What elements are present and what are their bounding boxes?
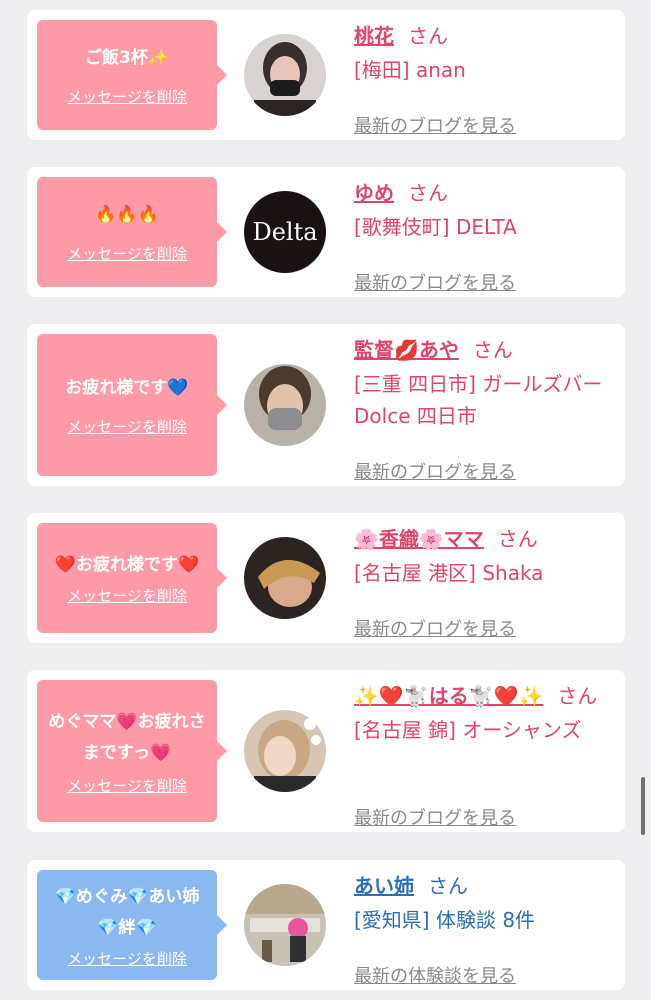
shop-label: [名古屋 港区] Shaka [354,561,544,585]
latest-blog-link[interactable]: 最新のブログを見る [354,615,516,641]
shop-label: [歌舞伎町] DELTA [354,215,517,239]
message-bubble: お疲れ様です💙 メッセージを削除 [37,334,227,476]
message-bubble: めぐママ💗お疲れさまですっ💗 メッセージを削除 [37,680,227,822]
message-card: 🔥🔥🔥 メッセージを削除 Delta ゆめ さん [歌舞伎町] DELTA 最新の… [27,167,625,297]
delete-message-link[interactable]: メッセージを削除 [67,243,187,264]
delete-message-link[interactable]: メッセージを削除 [67,948,187,969]
honorific: さん [428,874,468,898]
member-name-link[interactable]: 桃花 [354,24,394,48]
avatar[interactable] [244,34,326,116]
avatar[interactable] [244,537,326,619]
honorific: さん [472,338,513,362]
latest-blog-link[interactable]: 最新のブログを見る [354,458,516,484]
latest-blog-link[interactable]: 最新のブログを見る [354,269,516,295]
avatar[interactable] [244,710,326,792]
shop-label: [三重 四日市] ガールズバー Dolce 四日市 [354,372,603,428]
message-text: ❤️お疲れ様です❤️ [54,555,200,575]
message-text: 🔥🔥🔥 [95,205,159,225]
latest-experience-link[interactable]: 最新の体験談を見る [354,962,516,988]
latest-blog-link[interactable]: 最新のブログを見る [354,804,516,830]
message-card: 💎めぐみ💎あい姉💎絆💎 メッセージを削除 あい姉 さん [愛知県] 体験談 8件 … [27,860,625,990]
message-text: ご飯3杯✨ [85,48,169,68]
latest-blog-link[interactable]: 最新のブログを見る [354,112,516,138]
message-card: お疲れ様です💙 メッセージを削除 監督💋あや さん [三重 四日市] ガールズバー… [27,324,625,486]
message-text: お疲れ様です💙 [65,378,189,398]
message-text: 💎めぐみ💎あい姉💎絆💎 [54,886,200,938]
message-text: めぐママ💗お疲れさまですっ💗 [48,711,206,763]
member-info: 🌸香織🌸ママ さん [名古屋 港区] Shaka 最新のブログを見る [354,523,614,640]
honorific: さん [557,684,598,708]
honorific: さん [408,24,448,48]
avatar[interactable] [244,364,326,446]
message-bubble: ご飯3杯✨ メッセージを削除 [37,20,227,130]
avatar[interactable]: Delta [244,191,326,273]
member-name-link[interactable]: ゆめ [354,181,394,205]
member-info: ✨❤️🐩はる🐩❤️✨ さん [名古屋 錦] オーシャンズ 最新のブログを見る [354,680,614,829]
shop-label: [梅田] anan [354,58,466,82]
delete-message-link[interactable]: メッセージを削除 [67,775,187,796]
shop-label: [名古屋 錦] オーシャンズ [354,718,582,742]
message-card: ご飯3杯✨ メッセージを削除 桃花 さん [梅田] anan 最新のブログを見る [27,10,625,140]
honorific: さん [408,181,448,205]
member-info: ゆめ さん [歌舞伎町] DELTA 最新のブログを見る [354,177,614,294]
avatar[interactable] [244,884,326,966]
message-bubble: ❤️お疲れ様です❤️ メッセージを削除 [37,523,227,633]
delete-message-link[interactable]: メッセージを削除 [67,416,187,437]
member-name-link[interactable]: 監督💋あや [354,338,459,362]
message-bubble: 🔥🔥🔥 メッセージを削除 [37,177,227,287]
member-name-link[interactable]: あい姉 [354,874,414,898]
member-name-link[interactable]: 🌸香織🌸ママ [354,527,484,551]
shop-label: [愛知県] 体験談 8件 [354,908,536,932]
member-name-link[interactable]: ✨❤️🐩はる🐩❤️✨ [354,684,543,708]
delta-logo: Delta [252,218,318,246]
delete-message-link[interactable]: メッセージを削除 [67,86,187,107]
message-card: ❤️お疲れ様です❤️ メッセージを削除 🌸香織🌸ママ さん [名古屋 港区] Sh… [27,513,625,643]
message-card: めぐママ💗お疲れさまですっ💗 メッセージを削除 ✨❤️🐩はる🐩❤️✨ さん [名古… [27,670,625,832]
member-info: 監督💋あや さん [三重 四日市] ガールズバー Dolce 四日市 最新のブログ… [354,334,614,483]
delete-message-link[interactable]: メッセージを削除 [67,585,187,606]
member-info: 桃花 さん [梅田] anan 最新のブログを見る [354,20,614,137]
message-bubble: 💎めぐみ💎あい姉💎絆💎 メッセージを削除 [37,870,227,980]
scrollbar[interactable] [641,777,645,835]
honorific: さん [497,527,538,551]
member-info: あい姉 さん [愛知県] 体験談 8件 最新の体験談を見る [354,870,614,987]
